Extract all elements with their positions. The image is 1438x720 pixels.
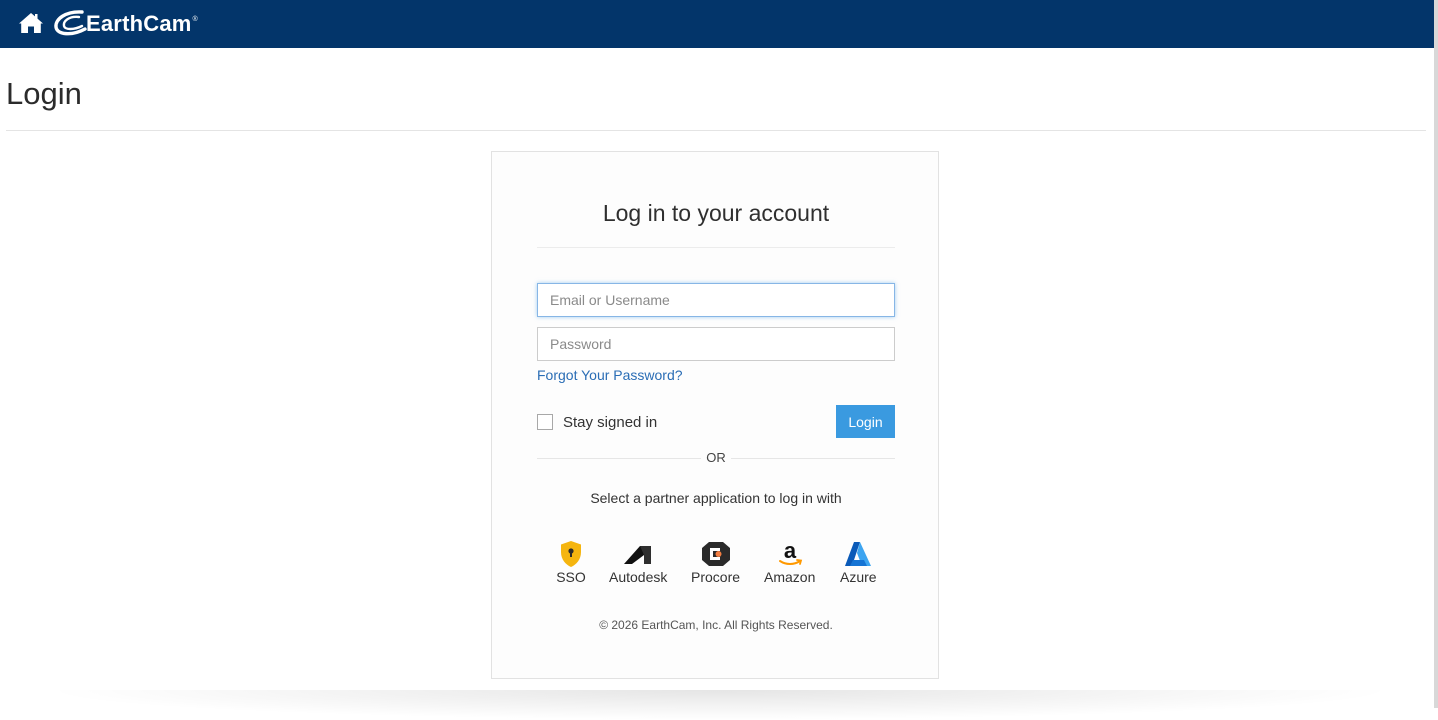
separator-line-right: [731, 458, 895, 459]
partner-label: Autodesk: [609, 569, 668, 585]
top-navigation-bar: EarthCam ®: [0, 0, 1434, 48]
stay-signed-in-checkbox[interactable]: [537, 414, 553, 430]
partner-amazon[interactable]: a Amazon: [764, 540, 815, 585]
partner-label: Procore: [691, 569, 741, 585]
forgot-password-link[interactable]: Forgot Your Password?: [537, 367, 683, 383]
partner-prompt: Select a partner application to log in w…: [590, 490, 842, 506]
home-icon[interactable]: [18, 12, 44, 34]
email-username-input[interactable]: [537, 283, 895, 317]
password-input[interactable]: [537, 327, 895, 361]
partner-procore[interactable]: Procore: [691, 540, 740, 585]
login-button[interactable]: Login: [836, 405, 895, 438]
partner-label: SSO: [556, 569, 586, 585]
partner-label: Amazon: [764, 569, 816, 585]
autodesk-icon: [624, 546, 652, 564]
login-card: Log in to your account Forgot Your Passw…: [491, 151, 939, 679]
stay-signed-in-label[interactable]: Stay signed in: [563, 414, 657, 431]
amazon-icon: a: [778, 540, 802, 565]
card-heading: Log in to your account: [602, 200, 830, 226]
separator-line-left: [537, 458, 701, 459]
heading-divider: [537, 247, 895, 248]
window-edge: [1434, 0, 1438, 708]
brand-name: EarthCam: [86, 11, 192, 36]
registered-mark: ®: [192, 15, 198, 23]
sso-shield-icon: [561, 541, 581, 567]
azure-icon: [845, 542, 872, 566]
partner-autodesk[interactable]: Autodesk: [609, 540, 667, 585]
stay-signed-in-row: Stay signed in: [537, 412, 657, 432]
bottom-shadow: [40, 690, 1400, 720]
procore-icon: [701, 542, 730, 566]
or-separator: OR: [706, 450, 726, 465]
earthcam-swirl-icon: [54, 10, 87, 36]
svg-text:a: a: [784, 540, 797, 563]
partner-azure[interactable]: Azure: [840, 540, 877, 585]
title-divider: [6, 130, 1426, 131]
page-title: Login: [6, 76, 82, 111]
earthcam-logo[interactable]: EarthCam ®: [52, 8, 198, 40]
partner-sso[interactable]: SSO: [555, 540, 587, 585]
copyright-notice: © 2026 EarthCam, Inc. All Rights Reserve…: [599, 618, 833, 632]
partner-label: Azure: [840, 569, 877, 585]
